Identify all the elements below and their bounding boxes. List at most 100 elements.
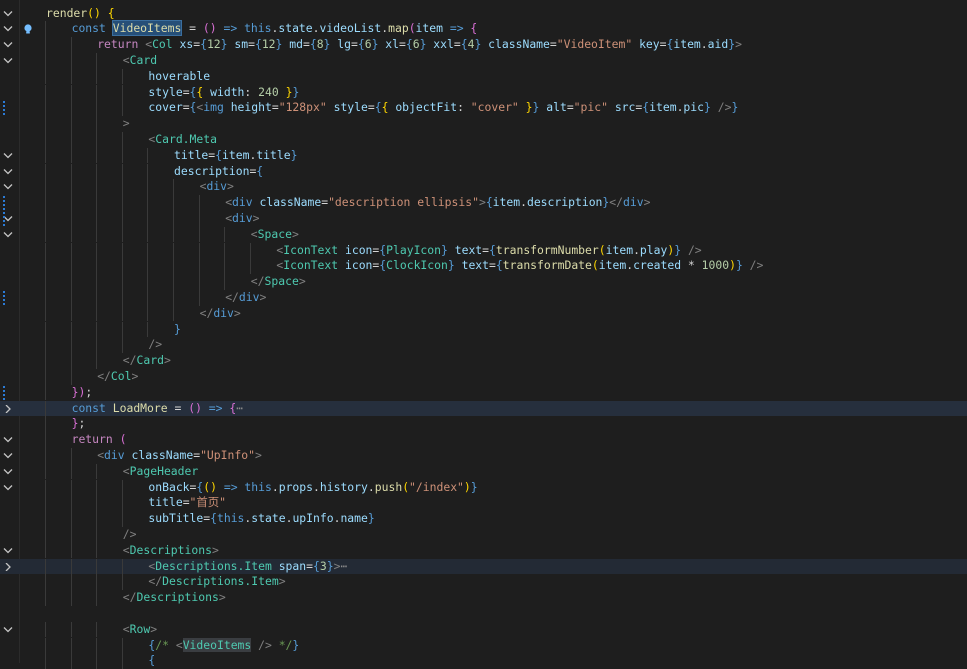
code-token: {	[254, 37, 262, 52]
fold-expanded-chevron-icon[interactable]	[2, 622, 14, 638]
code-token: span	[278, 558, 307, 573]
code-token: <	[175, 637, 183, 652]
fold-expanded-chevron-icon[interactable]	[2, 53, 14, 69]
code-line[interactable]: title="首页"	[0, 495, 967, 512]
code-line[interactable]: title={item.title}	[0, 147, 967, 164]
code-line[interactable]: });	[0, 384, 967, 401]
code-line[interactable]: return (	[0, 432, 967, 448]
code-token: ;	[85, 384, 93, 399]
indent-guide	[121, 289, 123, 306]
fold-expanded-chevron-icon[interactable]	[2, 148, 14, 164]
code-token: }	[290, 147, 298, 162]
code-token: {	[107, 5, 115, 20]
code-token: alt	[546, 100, 567, 115]
code-line[interactable]: }	[0, 321, 967, 338]
code-line[interactable]: cover={<img height="128px" style={{ obje…	[0, 100, 967, 117]
code-line[interactable]: </Space>	[0, 274, 967, 290]
code-line[interactable]: />	[0, 337, 967, 354]
code-line[interactable]: return <Col xs={12} sm={12} md={8} lg={6…	[0, 37, 967, 53]
code-token: >	[233, 305, 241, 320]
code-token: const	[71, 400, 106, 415]
code-line[interactable]: hoverable	[0, 68, 967, 85]
code-line[interactable]: </Col>	[0, 368, 967, 385]
code-token: </	[609, 195, 623, 210]
code-token: */	[271, 637, 293, 652]
code-line[interactable]: </div>	[0, 289, 967, 306]
fold-expanded-chevron-icon[interactable]	[2, 164, 14, 180]
code-token: >	[735, 37, 742, 52]
code-editor[interactable]: render() {const VideoItems = () => this.…	[0, 0, 967, 669]
fold-expanded-chevron-icon[interactable]	[2, 480, 14, 496]
code-line[interactable]: subTitle={this.state.upInfo.name}	[0, 511, 967, 527]
code-token: }	[292, 84, 300, 99]
fold-expanded-chevron-icon[interactable]	[2, 179, 14, 195]
code-line[interactable]: </div>	[0, 305, 967, 322]
code-line[interactable]: style={{ width: 240 }}	[0, 84, 967, 101]
fold-collapsed-chevron-icon[interactable]	[2, 559, 14, 575]
indent-guide	[96, 653, 98, 669]
code-token: IconText	[283, 258, 339, 273]
code-line[interactable]: {	[0, 653, 967, 669]
fold-expanded-chevron-icon[interactable]	[2, 227, 14, 243]
code-line[interactable]: <IconText icon={ClockIcon} text={transfo…	[0, 258, 967, 275]
fold-expanded-chevron-icon[interactable]	[2, 464, 14, 480]
code-line[interactable]: const VideoItems = () => this.state.vide…	[0, 20, 967, 38]
indent-guide	[70, 289, 72, 306]
code-text: <Descriptions>	[123, 543, 219, 559]
code-line[interactable]: </Descriptions.Item>	[0, 574, 967, 591]
code-line[interactable]	[0, 606, 967, 622]
indent-guide	[45, 210, 46, 227]
code-text: </Col>	[97, 369, 138, 385]
indent-guide	[249, 242, 251, 259]
indent-guide	[147, 163, 149, 180]
indent-guide	[45, 242, 46, 259]
code-line[interactable]: <Space>	[0, 226, 967, 243]
fold-collapsed-chevron-icon[interactable]	[2, 401, 14, 417]
code-token: VideoItems	[182, 637, 252, 652]
code-token: =	[167, 400, 189, 415]
code-line[interactable]: />	[0, 526, 967, 543]
code-text: />	[148, 337, 162, 353]
code-text: >	[123, 116, 130, 132]
code-line[interactable]: <div>	[0, 179, 967, 196]
fold-expanded-chevron-icon[interactable]	[2, 6, 14, 22]
code-line[interactable]: <PageHeader	[0, 463, 967, 480]
indent-guide	[96, 289, 98, 306]
code-line[interactable]: render() {	[0, 6, 967, 22]
code-token: >	[122, 116, 130, 131]
indent-guide	[147, 242, 149, 259]
indent-guide	[70, 574, 72, 591]
fold-expanded-chevron-icon[interactable]	[2, 448, 14, 464]
indent-guide	[121, 337, 123, 354]
code-line[interactable]: <div>	[0, 210, 967, 227]
fold-expanded-chevron-icon[interactable]	[2, 432, 14, 448]
code-text: subTitle={this.state.upInfo.name}	[148, 511, 374, 527]
code-line[interactable]: <Descriptions.Item span={3}>⋯	[0, 558, 967, 575]
code-line[interactable]: <Descriptions>	[0, 542, 967, 559]
code-text: hoverable	[148, 69, 210, 85]
code-token: }	[367, 511, 375, 526]
code-line[interactable]: description={	[0, 163, 967, 180]
indent-guide	[70, 526, 72, 543]
code-line[interactable]: <div className="UpInfo">	[0, 447, 967, 464]
fold-expanded-chevron-icon[interactable]	[2, 21, 14, 37]
code-token: =	[549, 37, 557, 52]
code-line[interactable]: };	[0, 416, 967, 433]
code-line[interactable]: <Card	[0, 52, 967, 69]
code-line[interactable]: onBack={() => this.props.history.push("/…	[0, 479, 967, 496]
code-line[interactable]: {/* <VideoItems /> */}	[0, 637, 967, 654]
code-line[interactable]: <IconText icon={PlayIcon} text={transfor…	[0, 242, 967, 259]
fold-expanded-chevron-icon[interactable]	[2, 37, 14, 53]
code-line[interactable]: <Card.Meta	[0, 131, 967, 148]
code-line[interactable]: </Descriptions>	[0, 590, 967, 606]
code-line[interactable]: >	[0, 116, 967, 132]
code-line[interactable]: <Row>	[0, 621, 967, 638]
code-line[interactable]: const LoadMore = () => {⋯	[0, 400, 967, 417]
indent-guide	[147, 210, 149, 227]
fold-expanded-chevron-icon[interactable]	[2, 543, 14, 559]
code-line[interactable]: </Card>	[0, 353, 967, 369]
code-line[interactable]: <div className="description ellipsis">{i…	[0, 195, 967, 211]
